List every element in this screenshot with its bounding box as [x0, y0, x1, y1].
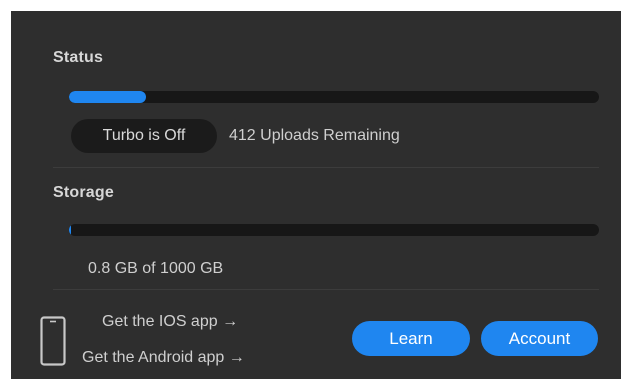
status-progress-bar [69, 91, 599, 103]
smartphone-icon [40, 316, 66, 366]
account-button[interactable]: Account [481, 321, 598, 356]
upload-status-panel: Status Turbo is Off 412 Uploads Remainin… [11, 11, 621, 379]
turbo-toggle-button[interactable]: Turbo is Off [71, 119, 217, 153]
section-divider [53, 289, 599, 290]
section-divider [53, 167, 599, 168]
uploads-remaining-text: 412 Uploads Remaining [229, 127, 400, 144]
android-app-link[interactable]: Get the Android app → [82, 349, 245, 367]
storage-title: Storage [53, 184, 114, 201]
learn-button[interactable]: Learn [352, 321, 470, 356]
status-title: Status [53, 49, 104, 66]
storage-progress-fill [69, 224, 72, 236]
storage-usage-text: 0.8 GB of 1000 GB [88, 260, 224, 277]
storage-progress-bar [69, 224, 599, 236]
status-progress-fill [69, 91, 147, 103]
ios-app-link[interactable]: Get the IOS app → [102, 313, 238, 331]
